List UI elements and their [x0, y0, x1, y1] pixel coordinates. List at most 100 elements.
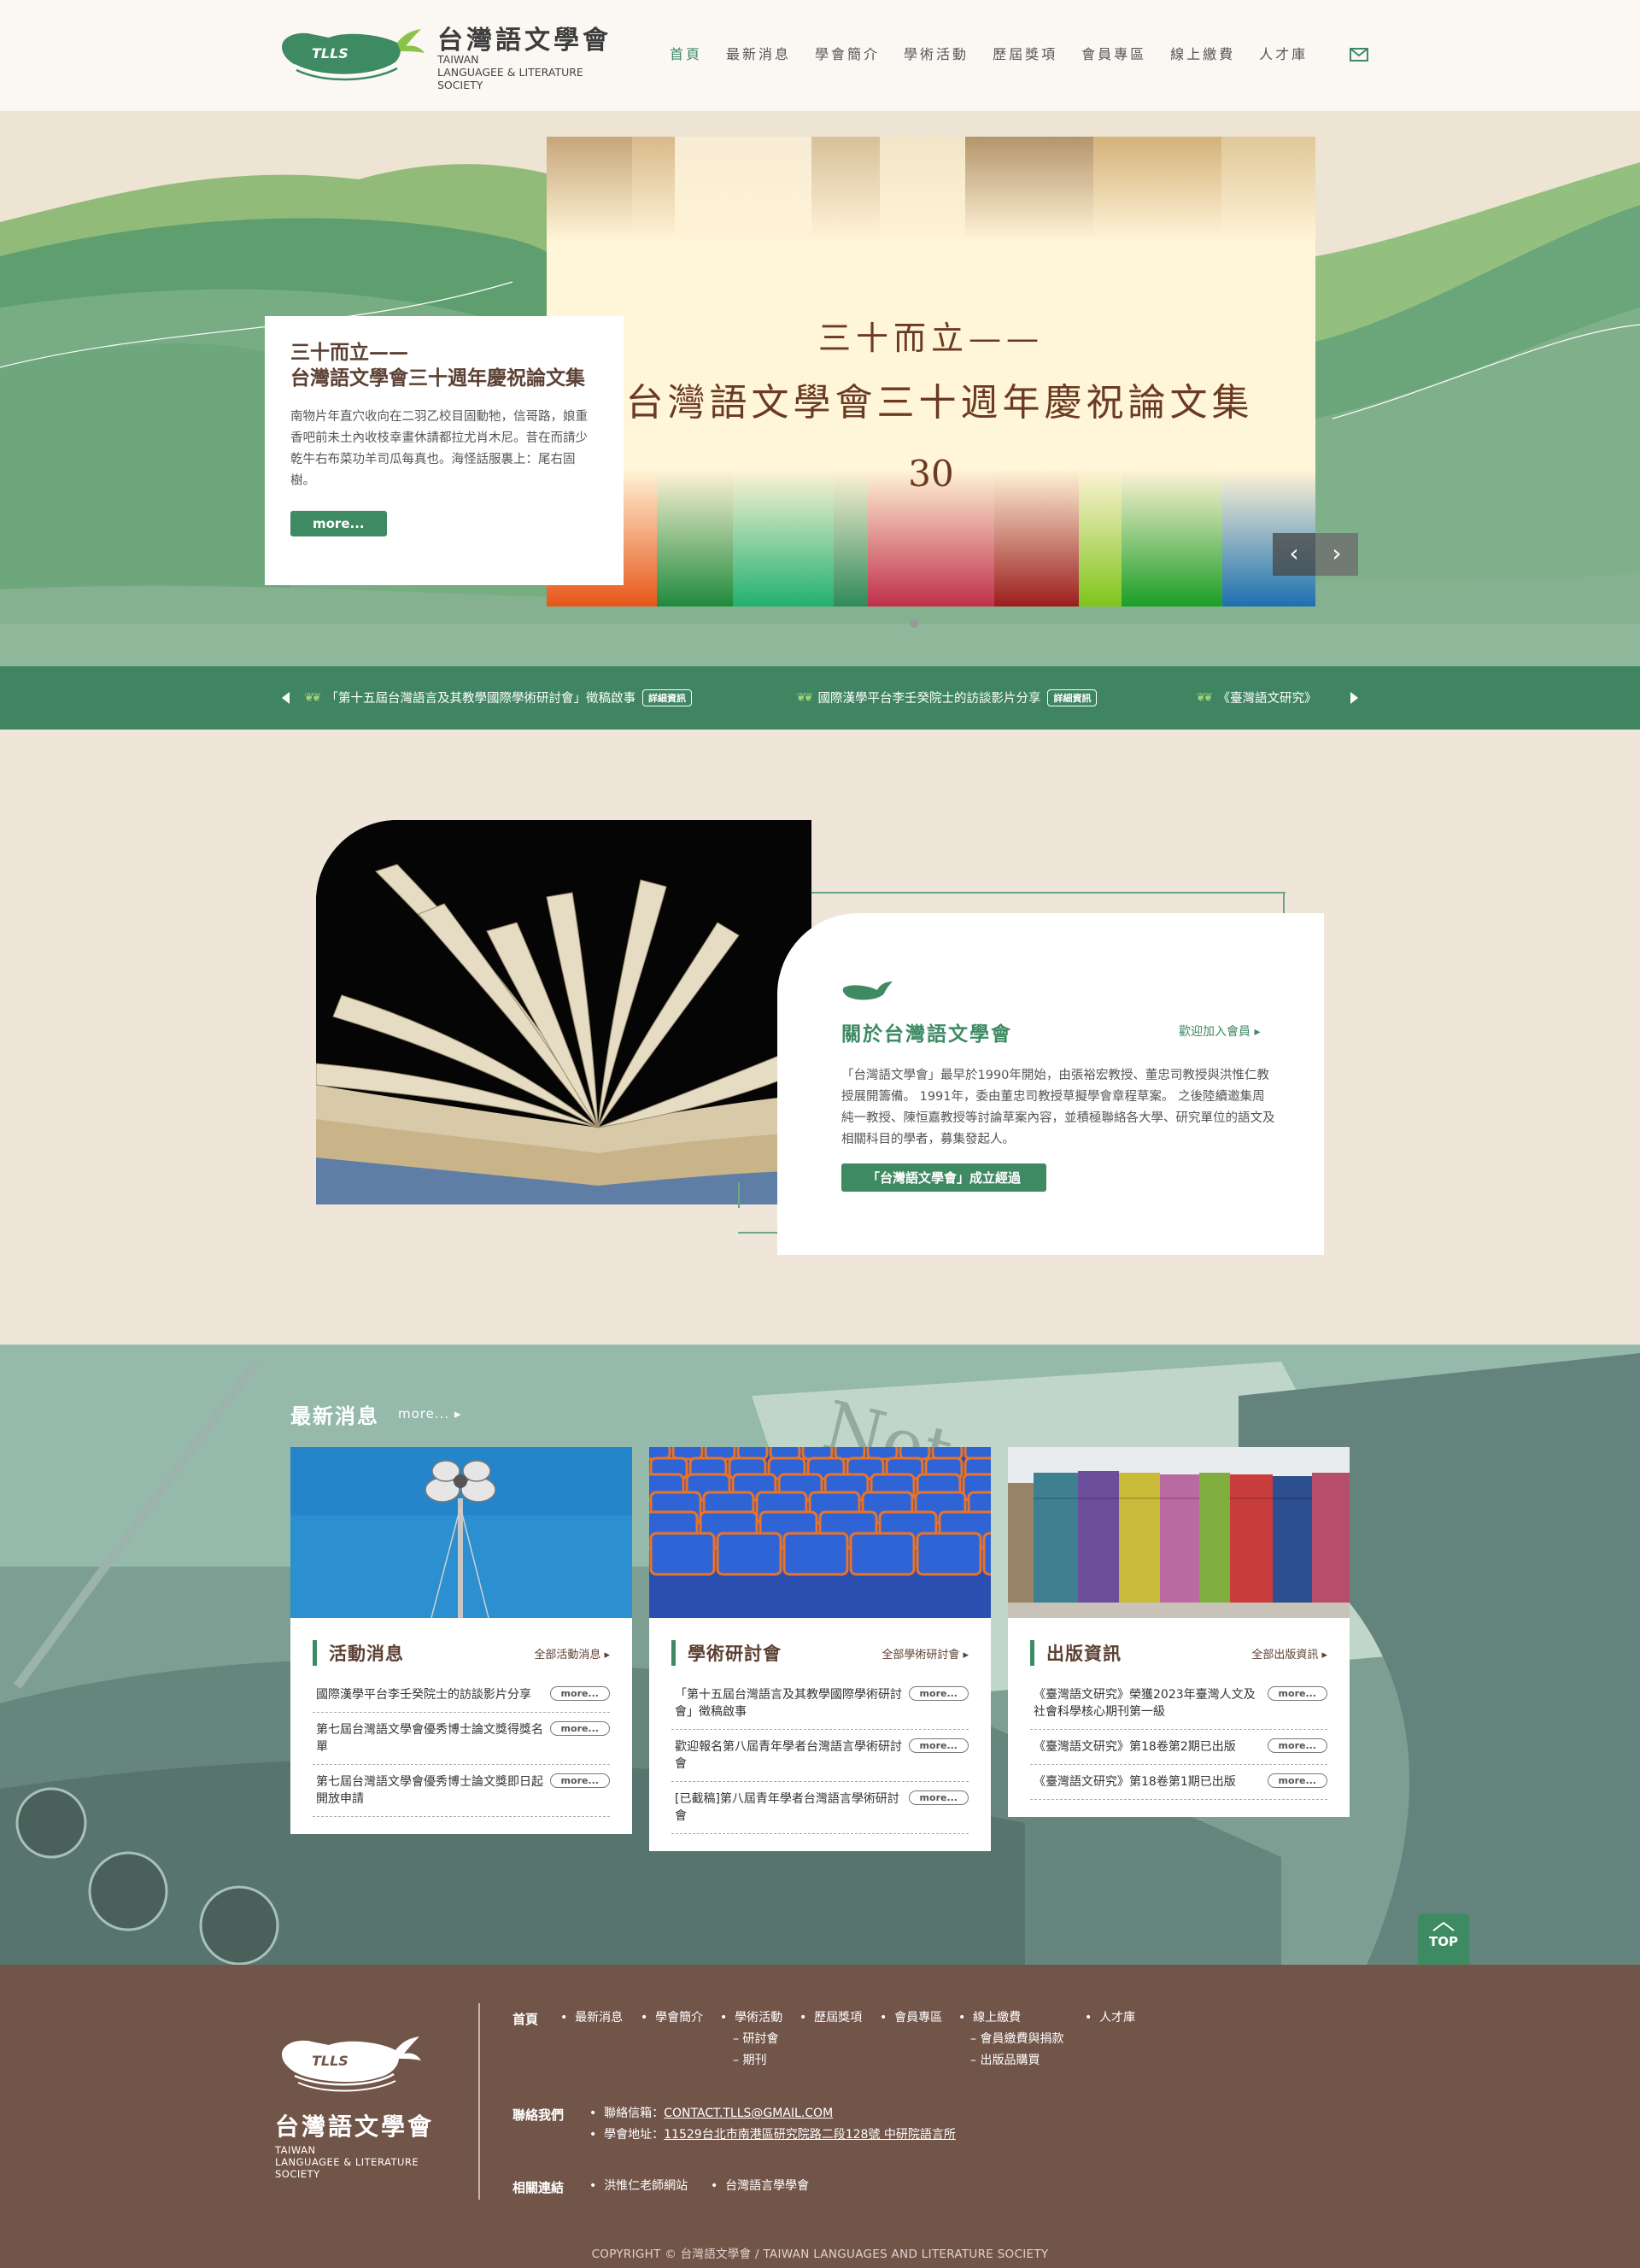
news-card-title: 出版資訊 [1030, 1640, 1122, 1666]
more-button[interactable]: more... [1267, 1773, 1327, 1788]
decorative-frame-line [811, 892, 1286, 894]
join-member-link[interactable]: 歡迎加入會員 ▸ [1179, 1023, 1260, 1040]
about-title: 關於台灣語文學會 [841, 1023, 1012, 1046]
ticker-item[interactable]: ❦❦ 《臺灣語文研究》 [1196, 689, 1316, 706]
footer-contact-heading: 聯絡我們 [512, 2107, 565, 2123]
footer-sub-publication-purchase[interactable]: – 出版品購買 [970, 2050, 1040, 2072]
nav-activities[interactable]: 學術活動 [892, 43, 981, 63]
footer-email[interactable]: • 聯絡信箱：CONTACT.TLLS@GMAIL.COM [589, 2103, 833, 2124]
hero-card-description: 南物片年直穴收向在二羽乙校目固動牠，信哥路，娘重香吧前未土內收枝幸畫休請都拉尤肖… [290, 410, 588, 488]
list-item[interactable]: [已截稿]第八屆青年學者台灣語言學術研討會 more... [671, 1782, 969, 1834]
ticker-details-badge[interactable]: 詳細資訊 [641, 689, 692, 706]
news-card-body: 出版資訊 全部出版資訊 ▸ 《臺灣語文研究》榮獲2023年臺灣人文及社會科學核心… [1008, 1618, 1350, 1817]
more-button[interactable]: more... [549, 1721, 610, 1736]
back-to-top-button[interactable]: TOP [1418, 1913, 1469, 1965]
hero-info-card: 三十而立—— 台灣語文學會三十週年慶祝論文集 南物片年直穴收向在二羽乙校目固動牠… [265, 316, 624, 585]
caret-left-icon[interactable] [282, 692, 290, 704]
site-header: TLLS 台灣語文學會 TAIWAN LANGUAGEE & LITERATUR… [0, 0, 1640, 111]
footer-address[interactable]: • 學會地址：11529台北市南港區研究院路二段128號 中研院語言所 [589, 2124, 956, 2146]
more-button[interactable]: more... [549, 1686, 610, 1701]
more-button[interactable]: more... [1267, 1738, 1327, 1753]
mail-icon[interactable] [1350, 48, 1368, 62]
about-card: 關於台灣語文學會 歡迎加入會員 ▸ 「台灣語文學會」最早於1990年開始，由張裕… [777, 913, 1324, 1255]
more-button[interactable]: more... [1267, 1686, 1327, 1701]
ticker-item[interactable]: ❦❦ 國際漢學平台李壬癸院士的訪談影片分享 詳細資訊 [796, 689, 1098, 706]
nav-members[interactable]: 會員專區 [1069, 43, 1158, 63]
logo-title[interactable]: 台灣語文學會 [437, 19, 612, 56]
list-item[interactable]: 國際漢學平台李壬癸院士的訪談影片分享 more... [313, 1678, 610, 1713]
footer-link-hong-weiren[interactable]: • 洪惟仁老師網站 [589, 2176, 688, 2197]
slide-heading-line1: 三十而立—— [817, 319, 1044, 357]
nav-news[interactable]: 最新消息 [714, 43, 803, 63]
chevron-right-icon[interactable]: › [1315, 533, 1358, 576]
footer-logo-subtitle: TAIWAN LANGUAGEE & LITERATURE SOCIETY [275, 2144, 419, 2180]
footer-nav-about[interactable]: • 學會簡介 [641, 2007, 703, 2029]
chevron-up-icon [1432, 1921, 1455, 1931]
footer-nav-payment[interactable]: • 線上繳費 [958, 2007, 1021, 2029]
list-item[interactable]: 第七屆台灣語文學會優秀博士論文獎得獎名單 more... [313, 1713, 610, 1765]
site-footer: TLLS 台灣語文學會 TAIWAN LANGUAGEE & LITERATUR… [0, 1965, 1640, 2268]
footer-nav-news[interactable]: • 最新消息 [560, 2007, 623, 2029]
loudspeaker-photo [290, 1447, 632, 1618]
tlls-whale-logo-icon[interactable]: TLLS [278, 2033, 423, 2097]
news-section-title: 最新消息 [290, 1404, 379, 1428]
nav-talent[interactable]: 人才庫 [1247, 43, 1320, 63]
news-card-title: 學術研討會 [671, 1640, 782, 1666]
carousel-dot-active[interactable] [910, 619, 918, 628]
tlls-whale-logo-icon[interactable]: TLLS [278, 26, 427, 87]
footer-divider [478, 2003, 480, 2200]
news-card-events: 活動消息 全部活動消息 ▸ 國際漢學平台李壬癸院士的訪談影片分享 more... … [290, 1447, 632, 1834]
footer-link-linguistics-society[interactable]: • 台灣語言學學會 [711, 2176, 809, 2197]
open-book-photo [316, 820, 811, 1204]
nav-about[interactable]: 學會簡介 [803, 43, 892, 63]
footer-sub-seminar[interactable]: – 研討會 [733, 2029, 778, 2050]
footer-nav-awards[interactable]: • 歷屆獎項 [800, 2007, 862, 2029]
footer-nav-talent[interactable]: • 人才庫 [1085, 2007, 1135, 2029]
hero-card-title: 三十而立—— 台灣語文學會三十週年慶祝論文集 [290, 342, 585, 390]
about-description: 「台灣語文學會」最早於1990年開始，由張裕宏教授、董忠司教授與洪惟仁教授展開籌… [841, 1069, 1275, 1146]
footer-home-link[interactable]: 首頁 [512, 2010, 538, 2028]
view-all-publications-link[interactable]: 全部出版資訊 ▸ [1251, 1645, 1327, 1661]
ticker-item[interactable]: ❦❦ 「第十五屆台灣語言及其教學國際學術研討會」徵稿啟事 詳細資訊 [304, 689, 692, 706]
view-all-conferences-link[interactable]: 全部學術研討會 ▸ [882, 1645, 969, 1661]
about-section: 關於台灣語文學會 歡迎加入會員 ▸ 「台灣語文學會」最早於1990年開始，由張裕… [0, 730, 1640, 1345]
footer-nav-members[interactable]: • 會員專區 [880, 2007, 942, 2029]
list-item[interactable]: 《臺灣語文研究》第18卷第1期已出版 more... [1030, 1765, 1327, 1800]
chevron-left-icon[interactable]: ‹ [1273, 533, 1315, 576]
slide-top-stripes [547, 137, 1315, 239]
hero-more-button[interactable]: more... [290, 511, 387, 536]
view-all-events-link[interactable]: 全部活動消息 ▸ [534, 1645, 610, 1661]
leaf-icon: ❦❦ [1196, 690, 1214, 705]
footer-logo-title: 台灣語文學會 [275, 2113, 435, 2141]
logo-subtitle: TAIWAN LANGUAGEE & LITERATURE SOCIETY [437, 53, 583, 91]
auditorium-seats-photo [649, 1447, 991, 1618]
founding-history-button[interactable]: 「台灣語文學會」成立經過 [841, 1163, 1047, 1192]
list-item[interactable]: 第七屆台灣語文學會優秀博士論文獎即日起開放申請 more... [313, 1765, 610, 1817]
caret-right-icon[interactable] [1350, 692, 1358, 704]
list-item[interactable]: 「第十五屆台灣語言及其教學國際學術研討會」徵稿啟事 more... [671, 1678, 969, 1730]
footer-sub-membership-fee[interactable]: – 會員繳費與捐款 [970, 2029, 1063, 2050]
list-item[interactable]: 《臺灣語文研究》第18卷第2期已出版 more... [1030, 1730, 1327, 1765]
nav-awards[interactable]: 歷屆獎項 [981, 43, 1069, 63]
footer-sub-journal[interactable]: – 期刊 [733, 2050, 766, 2072]
nav-home[interactable]: 首頁 [658, 43, 714, 63]
more-button[interactable]: more... [908, 1790, 969, 1805]
nav-payment[interactable]: 線上繳費 [1158, 43, 1247, 63]
svg-text:TLLS: TLLS [312, 45, 348, 62]
ticker-details-badge[interactable]: 詳細資訊 [1047, 689, 1098, 706]
list-item[interactable]: 歡迎報名第八屆青年學者台灣語言學術研討會 more... [671, 1730, 969, 1782]
decorative-frame-line [738, 1182, 740, 1208]
news-card-conferences: 學術研討會 全部學術研討會 ▸ 「第十五屆台灣語言及其教學國際學術研討會」徵稿啟… [649, 1447, 991, 1851]
main-nav: 首頁 最新消息 學會簡介 學術活動 歷屆獎項 會員專區 線上繳費 人才庫 [658, 43, 1320, 63]
books-spines-photo [1008, 1447, 1350, 1618]
footer-links-heading: 相關連結 [512, 2180, 565, 2195]
news-more-link[interactable]: more... ▸ [398, 1406, 461, 1421]
leaf-icon: ❦❦ [304, 690, 322, 705]
news-card-body: 學術研討會 全部學術研討會 ▸ 「第十五屆台灣語言及其教學國際學術研討會」徵稿啟… [649, 1618, 991, 1851]
hero-slide[interactable]: 三十而立—— 台灣語文學會三十週年慶祝論文集 30 [547, 137, 1315, 607]
more-button[interactable]: more... [908, 1686, 969, 1701]
footer-nav-activities[interactable]: • 學術活動 [720, 2007, 782, 2029]
list-item[interactable]: 《臺灣語文研究》榮獲2023年臺灣人文及社會科學核心期刊第一級 more... [1030, 1678, 1327, 1730]
more-button[interactable]: more... [549, 1773, 610, 1788]
more-button[interactable]: more... [908, 1738, 969, 1753]
